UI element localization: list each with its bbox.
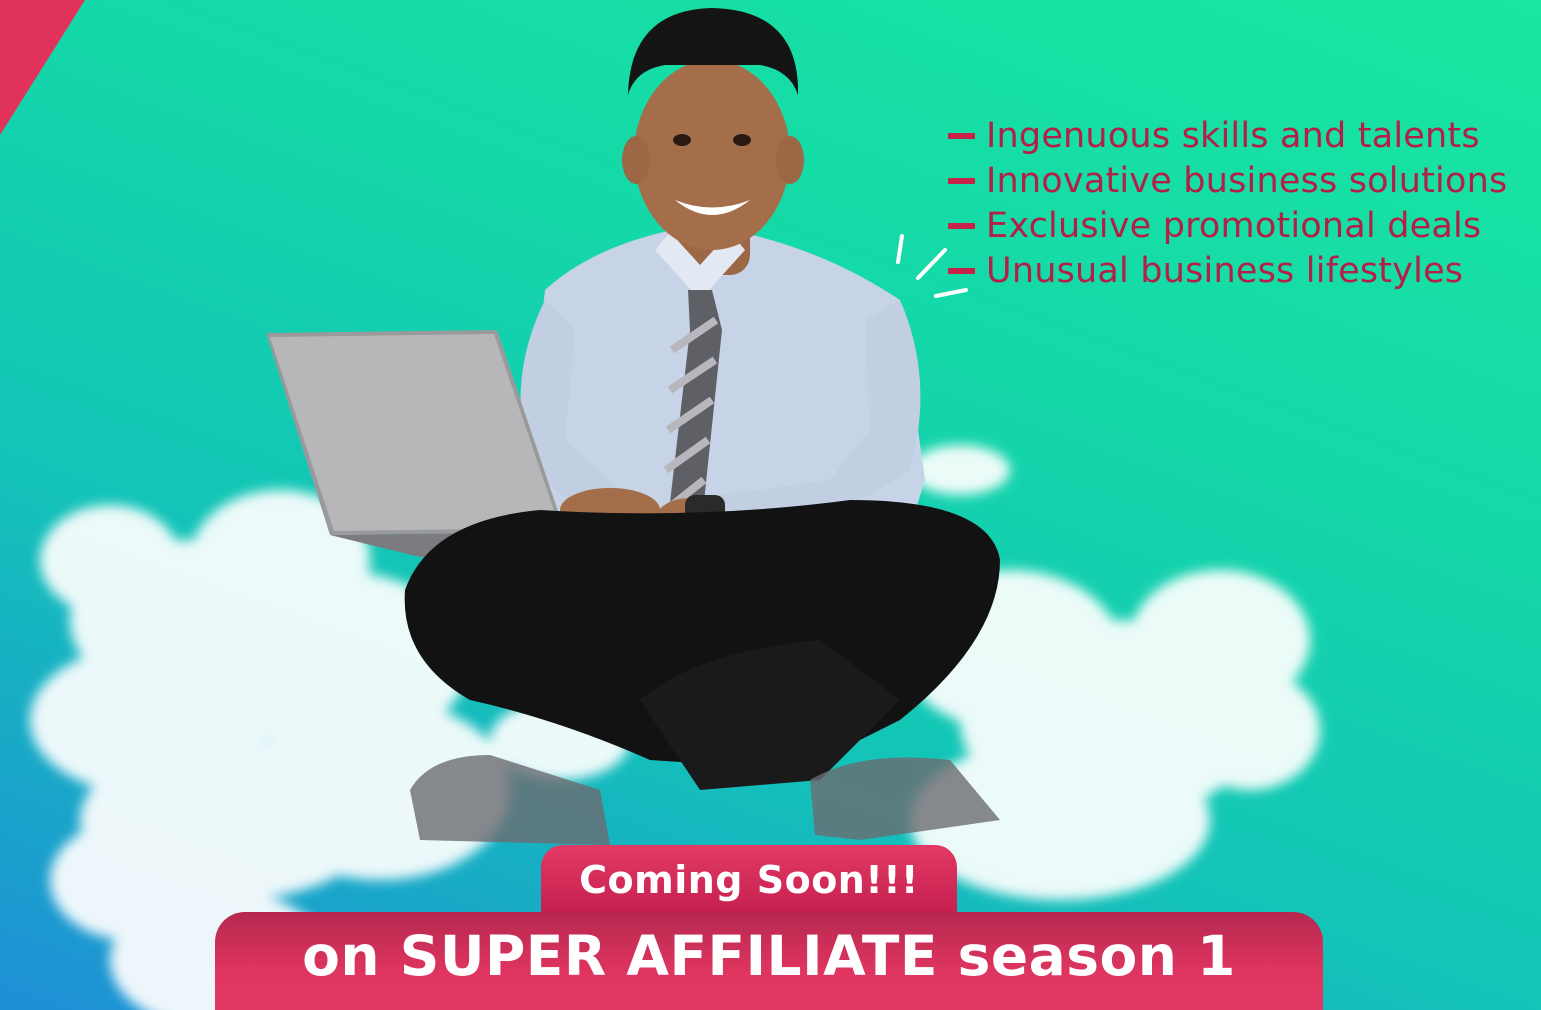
feature-list: Ingenuous skills and talents Innovative … <box>948 113 1507 293</box>
feature-text: Unusual business lifestyles <box>986 250 1464 291</box>
feature-item: Unusual business lifestyles <box>948 248 1507 293</box>
bullet-dash-icon <box>948 177 975 184</box>
poster-background: Ingenuous skills and talents Innovative … <box>0 0 1541 1010</box>
bullet-dash-icon <box>948 267 975 274</box>
bullet-dash-icon <box>948 132 975 139</box>
feature-text: Exclusive promotional deals <box>986 205 1482 246</box>
feature-item: Ingenuous skills and talents <box>948 113 1507 158</box>
bullet-dash-icon <box>948 222 975 229</box>
coming-soon-label: Coming Soon!!! <box>579 858 919 902</box>
feature-item: Innovative business solutions <box>948 158 1507 203</box>
feature-item: Exclusive promotional deals <box>948 203 1507 248</box>
coming-soon-tab: Coming Soon!!! <box>541 845 957 915</box>
feature-text: Innovative business solutions <box>986 160 1508 201</box>
feature-text: Ingenuous skills and talents <box>986 115 1480 156</box>
season-banner: on SUPER AFFILIATE season 1 <box>215 912 1323 1010</box>
season-banner-label: on SUPER AFFILIATE season 1 <box>302 924 1236 988</box>
